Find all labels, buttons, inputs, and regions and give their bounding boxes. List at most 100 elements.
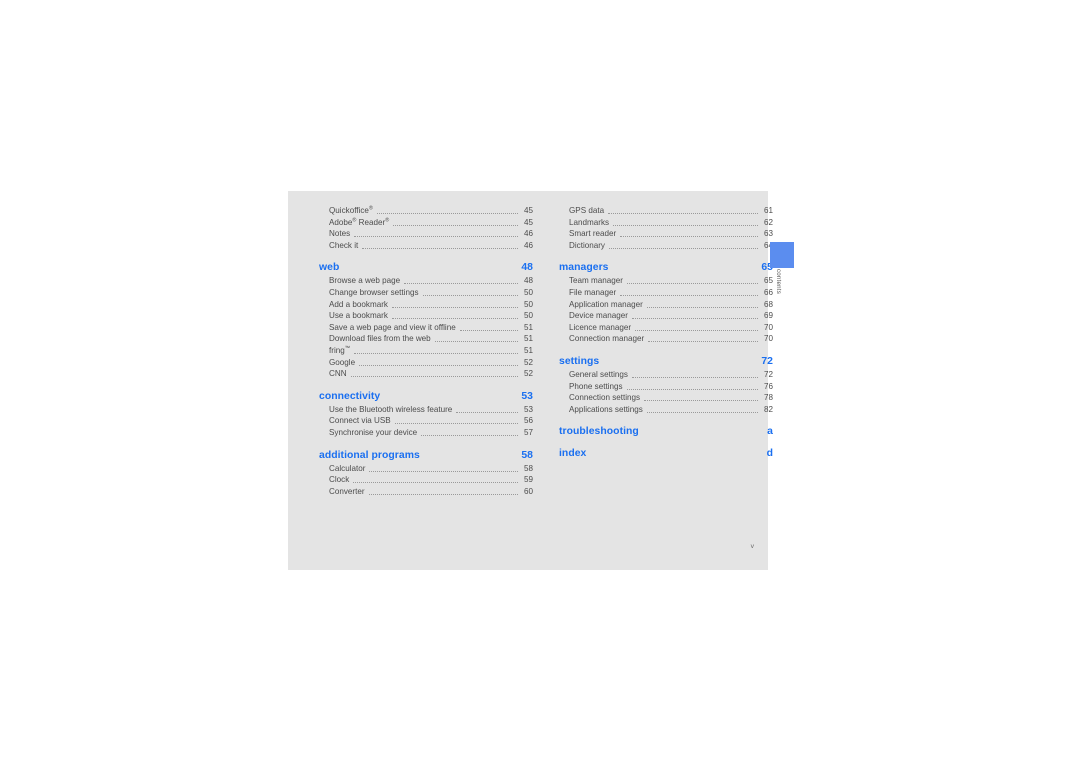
toc-leader-dots: [362, 247, 518, 249]
toc-entry[interactable]: Check it 46: [319, 240, 533, 252]
toc-leader-dots: [613, 224, 758, 226]
toc-entry[interactable]: Clock 59: [319, 474, 533, 486]
toc-leader-dots: [393, 224, 518, 226]
toc-entry[interactable]: Change browser settings 50: [319, 287, 533, 299]
toc-entry-title: Connection settings: [569, 393, 641, 403]
toc-leader-dots: [459, 329, 518, 331]
toc-entry-page-number: 78: [763, 393, 773, 403]
toc-section-heading[interactable]: troubleshooting a: [559, 426, 773, 437]
contents-page-sheet: Quickoffice® 45 Adobe® Reader® 45 Notes 46 Che…: [288, 191, 773, 570]
toc-leader-dots: [456, 411, 518, 413]
toc-entry[interactable]: GPS data 61: [559, 205, 773, 217]
toc-entry-page-number: 57: [523, 427, 533, 437]
toc-entry-page-number: 50: [523, 287, 533, 297]
toc-section-heading[interactable]: web 48: [319, 262, 533, 273]
toc-leader-dots: [368, 493, 518, 495]
toc-section-heading[interactable]: index d: [559, 448, 773, 459]
toc-column-left: Quickoffice® 45 Adobe® Reader® 45 Notes 46 Che…: [319, 205, 533, 570]
toc-entry[interactable]: Device manager 69: [559, 310, 773, 322]
trademark-mark: ™: [344, 345, 351, 352]
toc-entry[interactable]: Notes 46: [319, 228, 533, 240]
toc-leader-dots: [644, 399, 758, 402]
toc-entry[interactable]: Application manager 68: [559, 299, 773, 311]
toc-entry[interactable]: Smart reader 63: [559, 228, 773, 240]
toc-entry[interactable]: Use the Bluetooth wireless feature 53: [319, 404, 533, 416]
toc-entry-title: Calculator: [329, 463, 366, 473]
toc-leader-dots: [354, 235, 518, 238]
toc-entry-title: Phone settings: [569, 381, 623, 391]
toc-leader-dots: [394, 422, 518, 425]
chapter-tab-marker: [770, 242, 794, 268]
toc-entry[interactable]: Connection settings 78: [559, 392, 773, 404]
toc-entry[interactable]: Browse a web page 48: [319, 275, 533, 287]
toc-section-heading[interactable]: connectivity 53: [319, 391, 533, 402]
toc-entry-page-number: 50: [523, 311, 533, 321]
toc-entry[interactable]: Licence manager 70: [559, 322, 773, 334]
toc-entry[interactable]: Add a bookmark 50: [319, 299, 533, 311]
toc-entry[interactable]: General settings 72: [559, 369, 773, 381]
toc-leader-dots: [631, 376, 758, 379]
toc-entry[interactable]: Team manager 65: [559, 275, 773, 287]
toc-leader-dots: [404, 282, 518, 285]
toc-entry-title: Add a bookmark: [329, 299, 388, 309]
toc-entry-title: Team manager: [569, 276, 623, 286]
toc-entry-title: Landmarks: [569, 217, 610, 227]
toc-section-heading-title: additional programs: [319, 449, 420, 461]
toc-entry-title: Application manager: [569, 299, 643, 309]
toc-entry[interactable]: Download files from the web 51: [319, 333, 533, 345]
toc-entry-title: Adobe® Reader®: [329, 216, 390, 227]
toc-entry[interactable]: Connect via USB 56: [319, 415, 533, 427]
toc-entry-title: CNN: [329, 369, 347, 379]
toc-entry[interactable]: Calculator 58: [319, 463, 533, 475]
toc-entry-title: Clock: [329, 475, 350, 485]
toc-section-heading[interactable]: managers 65: [559, 262, 773, 273]
toc-entry[interactable]: Save a web page and view it offline 51: [319, 322, 533, 334]
toc-entry-title: Synchronise your device: [329, 427, 418, 437]
toc-entry[interactable]: Connection manager 70: [559, 333, 773, 345]
toc-entry-page-number: 52: [523, 357, 533, 367]
toc-entry[interactable]: File manager 66: [559, 287, 773, 299]
toc-entry-page-number: 72: [763, 369, 773, 379]
toc-entry[interactable]: Applications settings 82: [559, 404, 773, 416]
toc-entry[interactable]: Quickoffice® 45: [319, 205, 533, 217]
toc-leader-dots: [369, 470, 518, 472]
toc-leader-dots: [391, 306, 518, 308]
toc-entry[interactable]: Dictionary 64: [559, 240, 773, 252]
toc-entry[interactable]: Converter 60: [319, 486, 533, 498]
chapter-tab-label: contents: [775, 269, 782, 294]
toc-section-heading-title: settings: [559, 355, 600, 367]
toc-entry[interactable]: Adobe® Reader® 45: [319, 217, 533, 229]
toc-section-heading-page-number: 53: [521, 390, 533, 402]
toc-section-heading[interactable]: additional programs 58: [319, 450, 533, 461]
toc-entry-title: fring™: [329, 345, 351, 355]
toc-entry[interactable]: fring™ 51: [319, 345, 533, 357]
toc-entry[interactable]: CNN 52: [319, 368, 533, 380]
toc-entry-title: Use the Bluetooth wireless feature: [329, 404, 453, 414]
page-folio: v: [750, 543, 754, 550]
toc-entry-title: Save a web page and view it offline: [329, 322, 456, 332]
toc-entry[interactable]: Use a bookmark 50: [319, 310, 533, 322]
toc-entry-page-number: 51: [523, 334, 533, 344]
toc-entry[interactable]: Phone settings 76: [559, 381, 773, 393]
toc-entry-page-number: 51: [523, 322, 533, 332]
toc-entry-title: Licence manager: [569, 322, 632, 332]
toc-entry[interactable]: Landmarks 62: [559, 217, 773, 229]
toc-entry-page-number: 46: [523, 229, 533, 239]
toc-entry[interactable]: Google 52: [319, 357, 533, 369]
toc-section-heading-title: index: [559, 448, 587, 460]
toc-entry-title: Change browser settings: [329, 287, 419, 297]
toc-leader-dots: [359, 364, 518, 366]
toc-entry-page-number: 61: [763, 206, 773, 215]
toc-entry-page-number: 45: [523, 206, 533, 215]
toc-section-heading[interactable]: settings 72: [559, 356, 773, 367]
toc-leader-dots: [646, 306, 758, 308]
toc-entry-title: Notes: [329, 229, 351, 239]
toc-entry[interactable]: Synchronise your device 57: [319, 427, 533, 439]
toc-entry-page-number: 48: [523, 276, 533, 286]
toc-section-heading-title: managers: [559, 262, 609, 274]
toc-entry-page-number: 76: [763, 381, 773, 391]
toc-leader-dots: [391, 317, 518, 320]
toc-entry-title: General settings: [569, 369, 628, 379]
toc-leader-dots: [421, 434, 518, 436]
toc-entry-page-number: 53: [523, 404, 533, 414]
